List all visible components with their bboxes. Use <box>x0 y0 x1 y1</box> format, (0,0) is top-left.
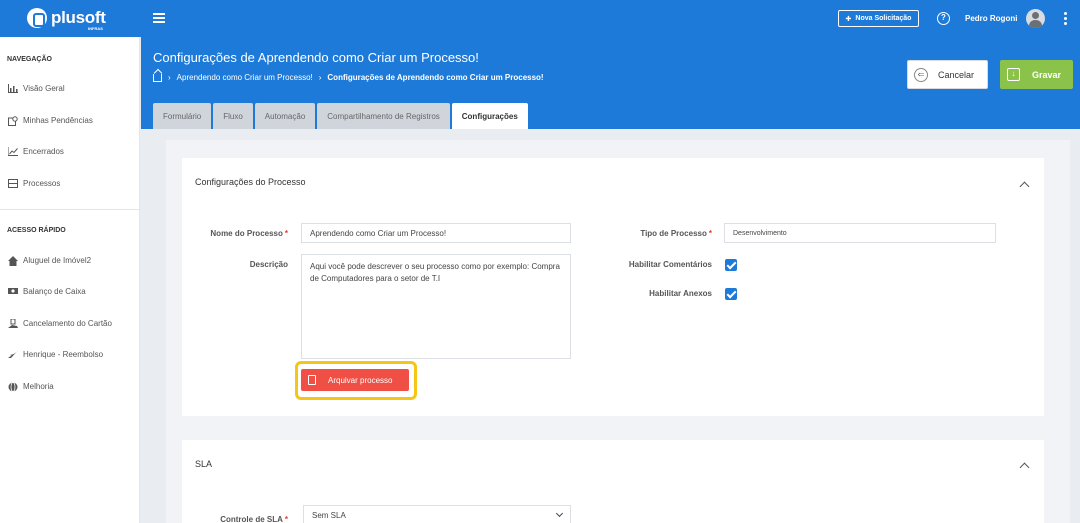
sla-control-select[interactable]: Sem SLA <box>303 505 571 523</box>
home-icon <box>8 256 18 266</box>
sidebar-item-label: Visão Geral <box>23 84 65 93</box>
quick-item-label: Cancelamento do Cartão <box>23 319 112 328</box>
sla-control-value: Sem SLA <box>312 510 346 520</box>
plane-icon <box>8 350 18 359</box>
chevron-down-icon <box>555 509 564 518</box>
quick-item-melhoria[interactable]: Melhoria <box>8 382 54 392</box>
description-textarea[interactable]: Aqui você pode descrever o seu processo … <box>301 254 571 359</box>
sla-title: SLA <box>195 459 213 469</box>
quick-item-balanco[interactable]: Balanço de Caixa <box>8 287 86 296</box>
breadcrumb-current: Configurações de Aprendendo como Criar u… <box>327 72 544 82</box>
breadcrumb: › Aprendendo como Criar um Processo! › C… <box>153 72 544 82</box>
kebab-menu-icon[interactable] <box>1064 12 1067 25</box>
archive-label: Arquivar processo <box>328 375 393 385</box>
logo-mark-icon <box>27 8 47 28</box>
tab-fluxo[interactable]: Fluxo <box>213 103 253 129</box>
archive-icon <box>308 375 316 385</box>
hamburger-menu-icon[interactable] <box>153 13 165 23</box>
inbox-icon <box>8 179 18 188</box>
sla-control-label: Controle de SLA * <box>220 515 288 523</box>
cancel-button[interactable]: ⇐ Cancelar <box>907 60 988 89</box>
quick-item-label: Aluguel de Imóvel2 <box>23 256 92 265</box>
new-request-label: Nova Solicitação <box>855 15 912 22</box>
tab-formulario[interactable]: Formulário <box>153 103 212 129</box>
home-icon[interactable] <box>153 74 162 82</box>
plusoft-logo[interactable]: plusoft <box>27 8 106 28</box>
process-type-input[interactable]: Desenvolvimento <box>724 223 996 243</box>
quick-item-label: Melhoria <box>23 382 54 391</box>
sidebar-item-visao-geral[interactable]: Visão Geral <box>8 84 65 93</box>
save-label: Gravar <box>1032 69 1062 80</box>
chevron-right-icon: › <box>318 72 322 82</box>
sidebar-item-label: Encerrados <box>23 147 64 156</box>
line-chart-icon <box>7 147 18 156</box>
sidebar-item-processos[interactable]: Processos <box>8 179 60 188</box>
logo-subtitle: INFRAS <box>88 26 103 31</box>
money-icon <box>8 287 18 296</box>
save-button[interactable]: ↓ Gravar <box>1000 60 1073 89</box>
page-title: Configurações de Aprendendo como Criar u… <box>153 50 479 65</box>
tab-automacao[interactable]: Automação <box>254 103 316 129</box>
sidebar: NAVEGAÇÃO Visão Geral Minhas Pendências … <box>0 37 140 523</box>
sidebar-item-label: Processos <box>23 179 61 188</box>
quick-item-cancelamento[interactable]: Cancelamento do Cartão <box>8 318 112 328</box>
hand-card-icon <box>8 318 18 328</box>
user-avatar[interactable] <box>1026 9 1045 28</box>
quick-item-reembolso[interactable]: Henrique - Reembolso <box>8 350 103 359</box>
plus-icon: ✚ <box>845 15 852 23</box>
sidebar-item-label: Minhas Pendências <box>23 116 93 125</box>
back-arrow-icon: ⇐ <box>914 67 928 82</box>
new-request-button[interactable]: ✚ Nova Solicitação <box>838 10 919 27</box>
quick-access-title: ACESSO RÁPIDO <box>7 227 66 234</box>
process-name-label: Nome do Processo * <box>210 229 288 238</box>
process-type-label: Tipo de Processo * <box>640 229 712 238</box>
quick-item-aluguel[interactable]: Aluguel de Imóvel2 <box>8 256 92 266</box>
cancel-label: Cancelar <box>938 69 975 80</box>
chevron-right-icon: › <box>168 72 171 82</box>
process-name-input[interactable]: Aprendendo como Criar um Processo! <box>301 223 571 243</box>
bar-chart-icon <box>8 84 18 93</box>
user-tasks-icon <box>8 116 18 126</box>
logo-text: plusoft <box>51 8 106 27</box>
tab-bar: Formulário Fluxo Automação Compartilhame… <box>153 103 528 129</box>
user-name[interactable]: Pedro Rogoni <box>965 14 1017 23</box>
breadcrumb-process-link[interactable]: Aprendendo como Criar um Processo! <box>177 73 313 82</box>
chevron-up-icon[interactable] <box>1019 462 1030 473</box>
quick-item-label: Balanço de Caixa <box>23 287 86 296</box>
archive-process-button[interactable]: Arquivar processo <box>301 369 409 391</box>
chevron-up-icon[interactable] <box>1019 181 1030 192</box>
comments-label: Habilitar Comentários <box>628 260 712 269</box>
quick-item-label: Henrique - Reembolso <box>23 350 104 359</box>
nav-section-title: NAVEGAÇÃO <box>7 56 52 63</box>
tab-configuracoes[interactable]: Configurações <box>451 103 528 129</box>
download-icon: ↓ <box>1007 68 1020 81</box>
attachments-label: Habilitar Anexos <box>649 289 712 298</box>
help-icon[interactable]: ? <box>937 12 950 25</box>
attachments-checkbox[interactable] <box>725 288 737 300</box>
process-settings-title: Configurações do Processo <box>195 177 306 187</box>
globe-icon <box>8 382 18 392</box>
sidebar-item-minhas-pendencias[interactable]: Minhas Pendências <box>8 116 93 126</box>
sidebar-divider <box>0 209 140 210</box>
sidebar-item-encerrados[interactable]: Encerrados <box>7 147 64 156</box>
comments-checkbox[interactable] <box>725 259 737 271</box>
tab-compartilhamento[interactable]: Compartilhamento de Registros <box>317 103 450 129</box>
description-label: Descrição <box>249 260 288 269</box>
top-bar: plusoft INFRAS ✚ Nova Solicitação ? Pedr… <box>0 0 1080 37</box>
